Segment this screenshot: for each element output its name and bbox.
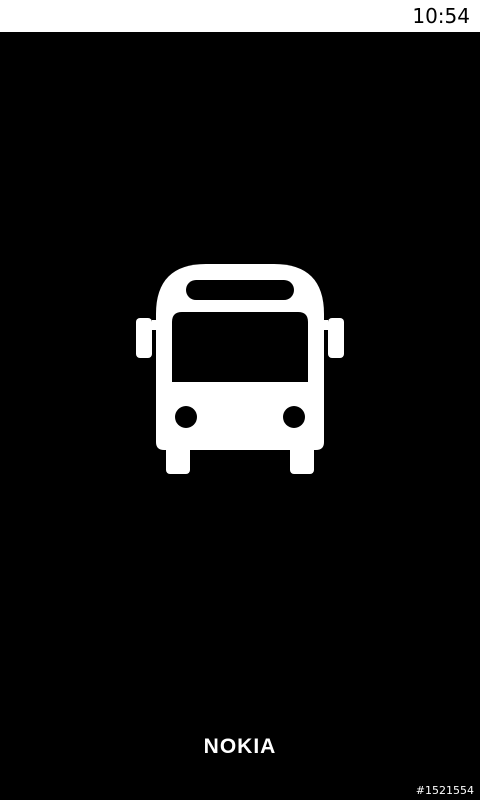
status-bar: 10:54: [0, 0, 480, 32]
splash-screen: 10:54 NOKIA #1521554: [0, 0, 480, 800]
nokia-logo: NOKIA: [203, 735, 277, 758]
bus-icon: [136, 264, 344, 474]
status-time: 10:54: [412, 4, 470, 28]
build-id: #1521554: [415, 784, 474, 797]
